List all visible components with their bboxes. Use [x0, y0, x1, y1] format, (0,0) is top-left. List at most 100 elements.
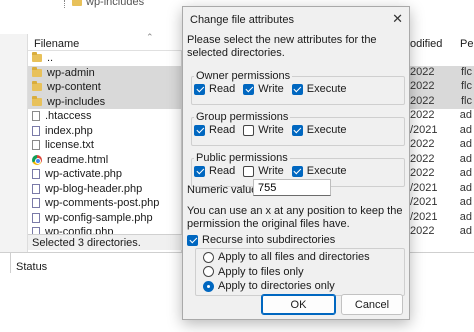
file-name: license.txt: [45, 139, 94, 152]
numeric-value-input[interactable]: [253, 179, 331, 196]
apply-scope-radio[interactable]: Apply to all files and directories: [203, 251, 370, 263]
checkbox-label: Read: [209, 124, 236, 136]
checkbox-box[interactable]: [243, 83, 255, 95]
chrome-icon: [32, 154, 42, 165]
file-row-details[interactable]: 2022 ad: [410, 153, 474, 168]
owner-permissions-label: Owner permissions: [194, 70, 293, 82]
permissions-cell: ad: [459, 109, 472, 121]
public-permissions-checkboxes: Read Write Execute: [194, 165, 355, 177]
owner-execute-checkbox[interactable]: Execute: [291, 83, 347, 95]
checkbox-box[interactable]: [291, 124, 303, 136]
radio-button[interactable]: [203, 251, 214, 263]
file-row-details[interactable]: 2022 flc: [410, 94, 474, 109]
file-row[interactable]: ..: [28, 51, 182, 66]
file-icon: [32, 111, 40, 122]
permissions-cell: ad: [459, 138, 472, 150]
group-execute-checkbox[interactable]: Execute: [291, 124, 347, 136]
change-file-attributes-dialog: Change file attributes ✕ Please select t…: [182, 6, 410, 320]
cancel-button[interactable]: Cancel: [341, 294, 403, 315]
file-row[interactable]: wp-admin: [28, 65, 182, 80]
tree-item-label: wp-includes: [86, 0, 145, 8]
public-execute-checkbox[interactable]: Execute: [291, 165, 347, 177]
file-row[interactable]: wp-blog-header.php: [28, 182, 182, 197]
apply-scope-radio[interactable]: Apply to directories only: [203, 280, 335, 292]
file-row[interactable]: license.txt: [28, 138, 182, 153]
modified-cell: 2022: [410, 167, 435, 179]
permissions-cell: ad: [459, 152, 472, 165]
file-row-details[interactable]: /2021 ad: [410, 211, 474, 226]
sort-arrow-icon: ⌃: [146, 32, 154, 42]
php-icon: [32, 212, 40, 223]
php-icon: [32, 183, 40, 194]
modified-cell: 2022: [410, 65, 435, 78]
permissions-cell: flc: [461, 80, 472, 92]
checkbox-box[interactable]: [194, 124, 205, 136]
group-write-checkbox[interactable]: Write: [243, 124, 284, 136]
file-row[interactable]: .htaccess: [28, 109, 182, 124]
modified-cell: /2021: [410, 123, 438, 136]
modified-cell: 2022: [410, 225, 435, 237]
modified-cell: 2022: [410, 80, 435, 92]
file-name: wp-admin: [47, 66, 95, 79]
file-row-details[interactable]: /2021 ad: [410, 124, 474, 139]
apply-scope-group: Apply to all files and directories Apply …: [195, 248, 405, 296]
close-icon[interactable]: ✕: [392, 11, 403, 27]
file-name: wp-content: [47, 81, 101, 94]
radio-button[interactable]: [203, 266, 214, 277]
file-row[interactable]: wp-activate.php: [28, 167, 182, 182]
column-header-status[interactable]: Status: [16, 261, 47, 273]
file-row-details[interactable]: /2021 ad: [410, 196, 474, 211]
file-row[interactable]: wp-content: [28, 80, 182, 95]
recurse-checkbox[interactable]: Recurse into subdirectories: [187, 234, 335, 246]
file-name: wp-includes: [47, 95, 106, 108]
column-header-filename[interactable]: Filename: [34, 38, 79, 50]
apply-scope-radio[interactable]: Apply to files only: [203, 266, 304, 278]
radio-button[interactable]: [203, 280, 214, 292]
owner-read-checkbox[interactable]: Read: [194, 83, 235, 95]
folder-icon: [32, 66, 42, 77]
file-row-details[interactable]: 2022 ad: [410, 109, 474, 124]
checkbox-box[interactable]: [194, 165, 205, 177]
checkbox-box[interactable]: [291, 83, 303, 95]
checkbox-label: Read: [209, 165, 236, 177]
radio-label: Apply to directories only: [218, 280, 335, 292]
file-row-details[interactable]: [410, 51, 474, 66]
modified-cell: /2021: [410, 210, 438, 223]
checkbox-box[interactable]: [291, 165, 303, 177]
file-row-details[interactable]: 2022 flc: [410, 80, 474, 95]
checkbox-box[interactable]: [194, 83, 205, 95]
public-read-checkbox[interactable]: Read: [194, 165, 235, 177]
permissions-cell: ad: [459, 167, 472, 179]
file-row-details[interactable]: 2022 flc: [410, 65, 474, 80]
column-divider: [10, 253, 11, 273]
file-row[interactable]: index.php: [28, 124, 182, 139]
column-header-modified[interactable]: odified: [410, 38, 442, 50]
checkbox-box[interactable]: [243, 124, 255, 136]
file-row[interactable]: wp-config-sample.php: [28, 211, 182, 226]
tree-item-wp-includes[interactable]: wp-includes: [72, 0, 144, 8]
file-row[interactable]: wp-comments-post.php: [28, 196, 182, 211]
file-row-details[interactable]: 2022 ad: [410, 138, 474, 153]
checkbox-label: Write: [258, 83, 284, 95]
file-row[interactable]: wp-includes: [28, 94, 182, 109]
owner-write-checkbox[interactable]: Write: [243, 83, 284, 95]
public-write-checkbox[interactable]: Write: [243, 165, 284, 177]
permissions-cell: ad: [459, 225, 472, 237]
file-name: wp-config-sample.php: [45, 211, 153, 224]
checkbox-box[interactable]: [243, 165, 255, 177]
public-permissions-label: Public permissions: [194, 152, 290, 164]
dialog-title: Change file attributes: [190, 14, 294, 26]
group-read-checkbox[interactable]: Read: [194, 124, 235, 136]
selection-status-bar: Selected 3 directories.: [28, 234, 182, 250]
modified-cell: 2022: [410, 109, 435, 121]
file-row-details[interactable]: 2022 ad: [410, 225, 474, 240]
file-row[interactable]: readme.html: [28, 153, 182, 168]
ok-button[interactable]: OK: [261, 294, 336, 315]
file-row-details[interactable]: 2022 ad: [410, 167, 474, 182]
recurse-label: Recurse into subdirectories: [202, 234, 336, 246]
folder-icon: [32, 52, 42, 63]
file-row-details[interactable]: /2021 ad: [410, 182, 474, 197]
checkbox-box[interactable]: [187, 234, 198, 246]
php-icon: [32, 169, 40, 180]
column-header-permissions[interactable]: Pe: [460, 38, 473, 50]
